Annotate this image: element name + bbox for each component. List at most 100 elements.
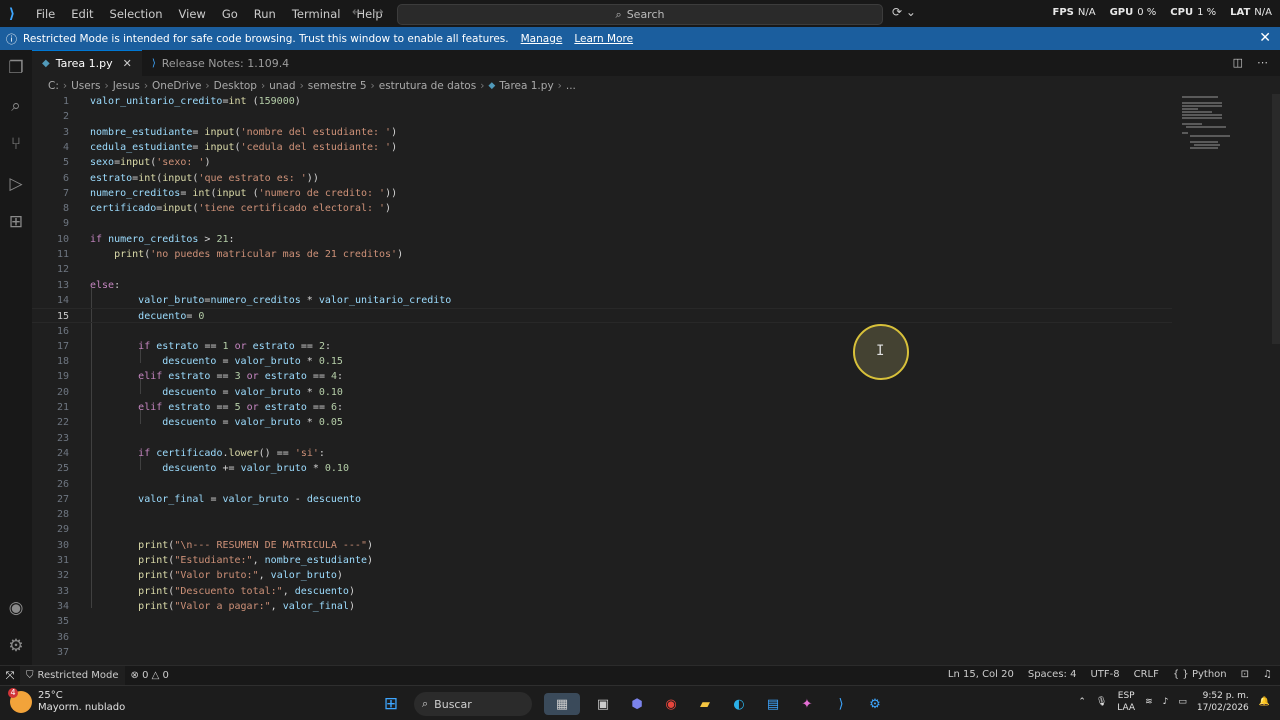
run-debug-icon[interactable]: ▷ [6,174,26,194]
bell-icon[interactable]: ♫ [1263,669,1272,680]
search-icon[interactable]: ⌕ [6,96,26,116]
crumb[interactable]: semestre 5 [308,80,367,92]
code-line[interactable]: 22 descuento = valor_bruto * 0.05 [32,415,1172,430]
teams-icon[interactable]: ⬢ [626,693,648,715]
forward-arrow-icon[interactable]: → [373,5,384,20]
code-line[interactable]: 26 [32,477,1172,492]
code-line[interactable]: 8 certificado=input('tiene certificado el… [32,201,1172,216]
code-line[interactable]: 3 nombre_estudiante= input('nombre del es… [32,125,1172,140]
code-line[interactable]: 20 descuento = valor_bruto * 0.10 [32,385,1172,400]
code-line[interactable]: 12 [32,262,1172,277]
crumb[interactable]: Jesus [113,80,140,92]
extensions-icon[interactable]: ⊞ [6,212,26,232]
back-arrow-icon[interactable]: ← [352,5,363,20]
task-view-icon[interactable]: ▣ [592,693,614,715]
close-icon[interactable]: ✕ [123,57,132,70]
crumb[interactable]: OneDrive [152,80,201,92]
menu-edit[interactable]: Edit [63,7,101,21]
menu-run[interactable]: Run [246,7,284,21]
line-ending[interactable]: CRLF [1134,669,1159,680]
remote-icon[interactable]: ⤧ [0,666,20,686]
code-line[interactable]: 34 print("Valor a pagar:", valor_final) [32,599,1172,614]
edge-icon[interactable]: ◐ [728,693,750,715]
clock[interactable]: 9:52 p. m. 17/02/2026 [1197,690,1249,714]
code-line[interactable]: 15 decuento= 0 [32,308,1172,324]
code-line[interactable]: 28 [32,507,1172,522]
crumb[interactable]: C: [48,80,59,92]
restricted-mode-status[interactable]: ⛉ Restricted Mode [20,665,125,686]
microphone-icon[interactable]: 🎙 [1096,697,1107,707]
code-line[interactable]: 30 print("\n--- RESUMEN DE MATRICULA ---… [32,538,1172,553]
chrome-icon[interactable]: ◉ [660,693,682,715]
store-icon[interactable]: ▤ [762,693,784,715]
code-line[interactable]: 24 if certificado.lower() == 'si': [32,446,1172,461]
chevron-up-icon[interactable]: ⌃ [1078,697,1086,707]
encoding[interactable]: UTF-8 [1090,669,1119,680]
code-line[interactable]: 19 elif estrato == 3 or estrato == 4: [32,369,1172,384]
weather-widget[interactable]: 4 25°C Mayorm. nublado [8,688,125,714]
manage-link[interactable]: Manage [521,33,563,45]
code-line[interactable]: 9 [32,216,1172,231]
code-line[interactable]: 16 [32,324,1172,339]
menu-selection[interactable]: Selection [102,7,171,21]
code-line[interactable]: 13 else: [32,278,1172,293]
volume-icon[interactable]: ♪ [1163,697,1169,707]
code-line[interactable]: 37 [32,645,1172,660]
gear-icon[interactable]: ⚙ [6,636,26,656]
menu-terminal[interactable]: Terminal [284,7,349,21]
crumb[interactable]: estrutura de datos [379,80,476,92]
code-line[interactable]: 35 [32,614,1172,629]
code-line[interactable]: 2 [32,109,1172,124]
close-icon[interactable]: ✕ [1259,30,1271,46]
indentation[interactable]: Spaces: 4 [1028,669,1077,680]
notification-bell-icon[interactable]: 🔔 [1259,697,1270,707]
menu-go[interactable]: Go [214,7,246,21]
split-editor-icon[interactable]: ◫ [1233,56,1243,69]
code-line[interactable]: 18 descuento = valor_bruto * 0.15 [32,354,1172,369]
code-line[interactable]: 23 [32,431,1172,446]
windows-start-icon[interactable]: ⊞ [380,693,402,715]
more-actions-icon[interactable]: ⋯ [1257,56,1268,69]
problems-status[interactable]: ⊗ 0 △ 0 [131,670,169,681]
language-indicator[interactable]: ESP LAA [1117,690,1135,714]
tab-tarea-1[interactable]: ◆ Tarea 1.py ✕ [32,50,142,76]
source-control-icon[interactable]: ⑂ [6,134,26,154]
learn-more-link[interactable]: Learn More [574,33,633,45]
crumb[interactable]: ... [566,80,576,92]
code-line[interactable]: 25 descuento += valor_bruto * 0.10 [32,461,1172,476]
wifi-icon[interactable]: ≋ [1145,697,1153,707]
menu-file[interactable]: File [28,7,63,21]
code-line[interactable]: 33 print("Descuento total:", descuento) [32,584,1172,599]
crumb[interactable]: unad [269,80,295,92]
code-line[interactable]: 36 [32,630,1172,645]
code-line[interactable]: 14 valor_bruto=numero_creditos * valor_u… [32,293,1172,308]
code-line[interactable]: 10 if numero_creditos > 21: [32,232,1172,247]
code-line[interactable]: 1 valor_unitario_credito=int (159000) [32,94,1172,109]
code-line[interactable]: 21 elif estrato == 5 or estrato == 6: [32,400,1172,415]
code-line[interactable]: 32 print("Valor bruto:", valor_bruto) [32,568,1172,583]
account-icon[interactable]: ◉ [6,598,26,618]
explorer-icon[interactable]: ❐ [6,58,26,78]
copilot-icon[interactable]: ⟳ ⌄ [892,5,916,19]
command-center-search[interactable]: ⌕ Search [397,4,883,25]
code-line[interactable]: 29 [32,522,1172,537]
code-line[interactable]: 11 print('no puedes matricular mas de 21… [32,247,1172,262]
crumb[interactable]: Tarea 1.py [499,80,553,92]
battery-icon[interactable]: ▭ [1178,697,1187,707]
menu-view[interactable]: View [171,7,214,21]
widgets-icon[interactable]: ▦ [544,693,580,715]
language-mode[interactable]: { } Python [1173,669,1227,680]
cursor-position[interactable]: Ln 15, Col 20 [948,669,1014,680]
code-line[interactable]: 31 print("Estudiante:", nombre_estudiant… [32,553,1172,568]
minimap[interactable] [1182,94,1232,154]
code-line[interactable]: 5 sexo=input('sexo: ') [32,155,1172,170]
code-line[interactable]: 4 cedula_estudiante= input('cedula del es… [32,140,1172,155]
code-editor[interactable]: 1 valor_unitario_credito=int (159000) 2 3 no… [32,94,1270,665]
file-explorer-icon[interactable]: ▰ [694,693,716,715]
crumb[interactable]: Desktop [214,80,257,92]
copilot-status-icon[interactable]: ⊡ [1241,669,1249,680]
copilot-app-icon[interactable]: ✦ [796,693,818,715]
code-line[interactable]: 7 numero_creditos= int(input ('numero de … [32,186,1172,201]
recorder-icon[interactable]: ⚙ [864,693,886,715]
taskbar-search[interactable]: ⌕ Buscar [414,692,532,716]
